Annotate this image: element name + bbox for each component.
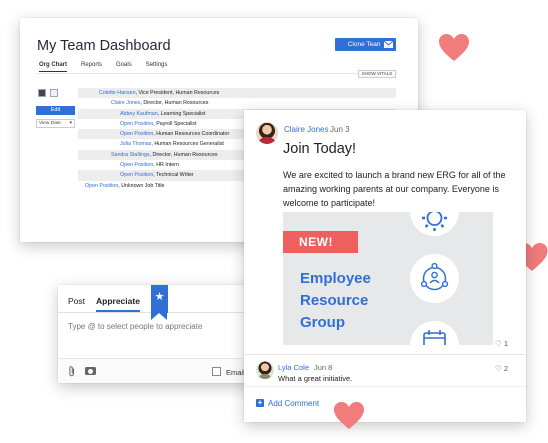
org-role: , Payroll Specialist <box>153 120 197 127</box>
comment-likes[interactable]: ♡ 2 <box>495 364 508 373</box>
email-label: Email <box>226 368 245 377</box>
tab-divider <box>37 73 397 74</box>
page-title: My Team Dashboard <box>37 38 171 54</box>
erg-line: Employee <box>300 270 371 287</box>
org-role: , HR Intern <box>153 162 179 169</box>
post-author[interactable]: Claire Jones <box>284 125 328 134</box>
calendar-icon <box>410 321 459 345</box>
org-name[interactable]: Julia Thomas <box>120 141 151 147</box>
paperclip-icon[interactable] <box>68 366 76 380</box>
avatar[interactable] <box>256 361 274 379</box>
add-comment-link[interactable]: Add Comment <box>268 399 319 408</box>
view-toggle <box>38 89 58 97</box>
post-likes[interactable]: ♡ 1 <box>495 339 508 348</box>
list-view-icon[interactable] <box>50 89 58 97</box>
gear-icon <box>410 212 459 236</box>
post-headline: Join Today! <box>283 141 357 157</box>
mail-icon <box>384 41 393 48</box>
edit-button[interactable]: Edit <box>36 106 75 115</box>
post-like-count: 1 <box>503 339 508 348</box>
heart-decoration-top <box>439 34 469 61</box>
new-badge: NEW! <box>283 231 358 253</box>
avatar[interactable] <box>256 122 278 144</box>
org-role: , Unknown Job Title <box>118 182 165 189</box>
org-name[interactable]: Sandra Stallings <box>111 152 150 158</box>
erg-line: Resource <box>300 292 369 309</box>
divider <box>244 386 526 387</box>
org-name[interactable]: Claire Jones <box>111 100 140 106</box>
tab-settings[interactable]: Settings <box>146 62 168 72</box>
org-row[interactable]: Claire Jones, Director, Human Resources <box>78 98 396 108</box>
org-name[interactable]: Open Position <box>85 183 118 189</box>
erg-line: Group <box>300 314 345 331</box>
social-post-card: Claire Jones Jun 3 Join Today! We are ex… <box>244 110 526 422</box>
org-role: , Human Resources Generalist <box>151 141 224 148</box>
org-row[interactable]: Colette Hansen, Vice President, Human Re… <box>78 88 396 99</box>
org-role: , Director, Human Resources <box>149 151 218 158</box>
divider <box>244 354 526 355</box>
org-role: , Director, Human Resources <box>140 100 209 107</box>
tab-reports[interactable]: Reports <box>81 62 102 72</box>
comment-text: What a great initiative. <box>278 374 353 383</box>
people-network-icon <box>410 254 459 303</box>
star-icon: ★ <box>154 291 165 303</box>
tree-view-icon[interactable] <box>38 89 46 97</box>
org-role: , Vice President, Human Resources <box>135 90 220 96</box>
org-role: , Human Resources Coordinator <box>153 131 230 138</box>
email-checkbox[interactable] <box>212 367 221 376</box>
tab-org-chart[interactable]: Org Chart <box>39 62 68 72</box>
comment-like-count: 2 <box>503 364 508 373</box>
add-comment-icon[interactable]: + <box>256 399 264 407</box>
org-role: , Technical Writer <box>153 172 194 179</box>
comment-date: Jun 8 <box>314 363 333 372</box>
show-vitals-button[interactable]: SHOW VITALS <box>358 70 396 78</box>
org-role: , Learning Specialist <box>157 110 206 117</box>
org-name[interactable]: Open Position <box>120 172 153 178</box>
org-name[interactable]: Open Position <box>120 162 153 168</box>
tab-appreciate[interactable]: Appreciate <box>96 296 140 312</box>
email-button[interactable] <box>380 38 396 51</box>
tab-goals[interactable]: Goals <box>116 62 132 72</box>
heart-decoration-bottom <box>334 402 364 429</box>
org-name[interactable]: Abbey Kaufman <box>120 111 158 117</box>
tab-post[interactable]: Post <box>68 296 85 306</box>
view-date-select[interactable]: View Date <box>36 119 75 128</box>
erg-title: Employee Resource Group <box>300 268 371 334</box>
camera-icon[interactable] <box>85 367 96 375</box>
appreciate-ribbon: ★ <box>151 285 168 320</box>
org-name[interactable]: Open Position <box>120 131 153 137</box>
dashboard-tabs: Org Chart Reports Goals Settings <box>39 62 167 72</box>
appreciate-input[interactable]: Type @ to select people to appreciate <box>68 322 202 331</box>
post-date: Jun 3 <box>330 125 350 134</box>
org-name[interactable]: Colette Hansen <box>99 90 136 96</box>
erg-banner-image: NEW! Employee Resource Group <box>283 212 493 345</box>
org-name[interactable]: Open Position <box>120 121 153 127</box>
comment-author[interactable]: Lyla Cole <box>278 363 309 372</box>
post-body: We are excited to launch a brand new ERG… <box>283 170 506 208</box>
